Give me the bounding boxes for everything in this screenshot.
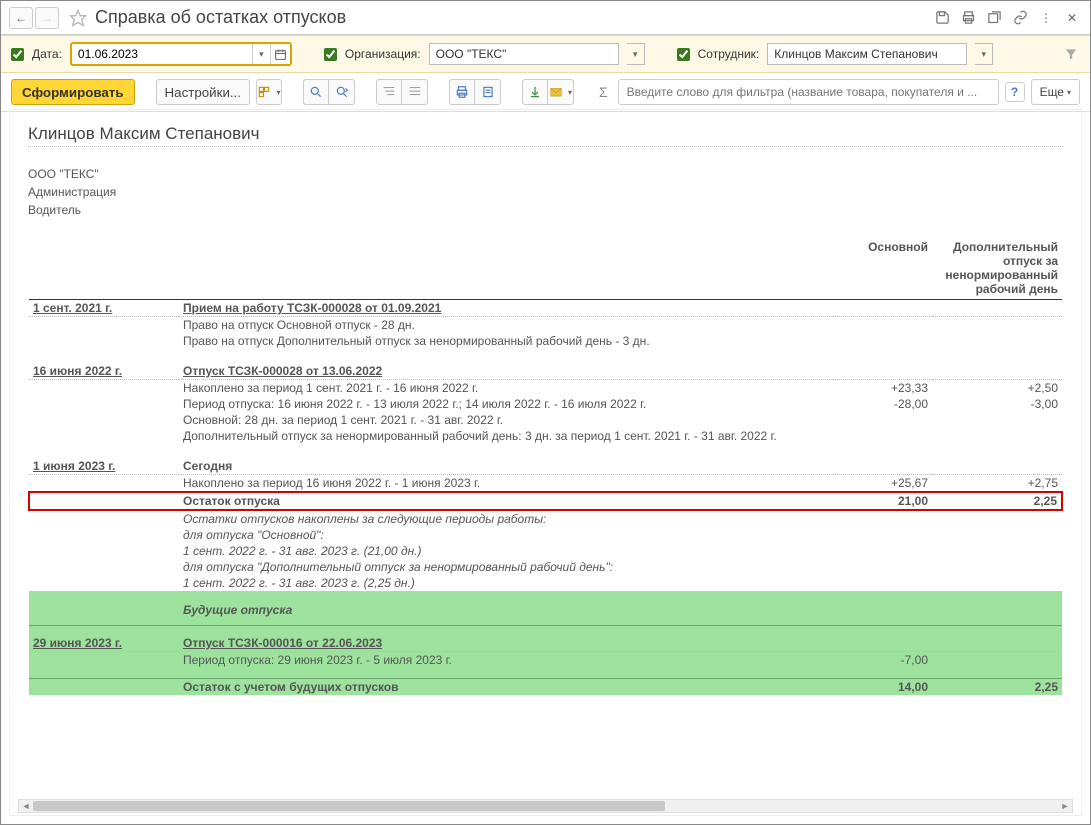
nav-forward-button[interactable]: → bbox=[35, 7, 59, 29]
scroll-right-icon[interactable]: ► bbox=[1058, 800, 1072, 812]
emp-checkbox[interactable] bbox=[677, 48, 690, 61]
balance-label: Остаток отпуска bbox=[179, 492, 832, 510]
sigma-icon[interactable]: Σ bbox=[595, 84, 612, 100]
row-date: 16 июня 2022 г. bbox=[29, 363, 179, 380]
find-next-button[interactable] bbox=[329, 79, 355, 105]
final-balance-label: Остаток с учетом будущих отпусков bbox=[179, 678, 832, 695]
balance-extra: 2,25 bbox=[932, 492, 1062, 510]
org-label: Организация: bbox=[345, 47, 421, 61]
org-input[interactable]: ООО "ТЕКС" bbox=[429, 43, 619, 65]
save-file-button[interactable] bbox=[522, 79, 548, 105]
filter-funnel-icon[interactable] bbox=[1062, 45, 1080, 63]
row-title: Отпуск ТСЗК-000028 от 13.06.2022 bbox=[179, 363, 832, 380]
settings-variants-button[interactable]: ▾ bbox=[256, 79, 282, 105]
emp-input[interactable]: Клинцов Максим Степанович bbox=[767, 43, 967, 65]
row-title: Прием на работу ТСЗК-000028 от 01.09.202… bbox=[179, 300, 832, 317]
link-icon[interactable] bbox=[1010, 8, 1030, 28]
more-vertical-icon[interactable]: ⋮ bbox=[1036, 8, 1056, 28]
emp-dropdown-button[interactable]: ▾ bbox=[975, 43, 993, 65]
final-balance-main: 14,00 bbox=[832, 678, 932, 695]
date-checkbox[interactable] bbox=[11, 48, 24, 61]
send-email-button[interactable]: ▾ bbox=[548, 79, 574, 105]
page-title: Справка об остатках отпусков bbox=[95, 7, 932, 28]
favorite-star-icon[interactable] bbox=[67, 7, 89, 29]
row-date: 1 июня 2023 г. bbox=[29, 458, 179, 475]
col-main-header: Основной bbox=[832, 239, 932, 300]
print-icon[interactable] bbox=[958, 8, 978, 28]
report-table: Основной Дополнительный отпуск за ненорм… bbox=[28, 239, 1063, 695]
print-menu-button[interactable] bbox=[475, 79, 501, 105]
nav-back-button[interactable]: ← bbox=[9, 7, 33, 29]
date-input[interactable] bbox=[72, 45, 252, 63]
settings-button[interactable]: Настройки... bbox=[156, 79, 250, 105]
org-dropdown-button[interactable]: ▾ bbox=[627, 43, 645, 65]
print-button[interactable] bbox=[449, 79, 475, 105]
col-extra-header: Дополнительный отпуск за ненормированный… bbox=[932, 239, 1062, 300]
new-window-icon[interactable] bbox=[984, 8, 1004, 28]
more-button[interactable]: Еще▾ bbox=[1031, 79, 1080, 105]
expand-groups-button[interactable] bbox=[376, 79, 402, 105]
quick-filter-input[interactable] bbox=[618, 79, 999, 105]
help-button[interactable]: ? bbox=[1005, 82, 1025, 102]
report-employee-name: Клинцов Максим Степанович bbox=[28, 124, 1063, 147]
date-dropdown-button[interactable]: ▾ bbox=[252, 44, 270, 64]
row-date: 1 сент. 2021 г. bbox=[29, 300, 179, 317]
collapse-groups-button[interactable] bbox=[402, 79, 428, 105]
org-checkbox[interactable] bbox=[324, 48, 337, 61]
future-header: Будущие отпуска bbox=[179, 591, 1062, 621]
final-balance-extra: 2,25 bbox=[932, 678, 1062, 695]
find-button[interactable] bbox=[303, 79, 329, 105]
row-title: Сегодня bbox=[179, 458, 832, 475]
future-date: 29 июня 2023 г. bbox=[29, 635, 179, 652]
scroll-thumb[interactable] bbox=[33, 801, 665, 811]
generate-button[interactable]: Сформировать bbox=[11, 79, 135, 105]
scroll-left-icon[interactable]: ◄ bbox=[19, 800, 33, 812]
close-icon[interactable]: ✕ bbox=[1062, 8, 1082, 28]
report-area[interactable]: Клинцов Максим Степанович ООО "ТЕКС" Адм… bbox=[9, 109, 1082, 816]
horizontal-scrollbar[interactable]: ◄ ► bbox=[18, 799, 1073, 813]
date-label: Дата: bbox=[32, 47, 62, 61]
balance-main: 21,00 bbox=[832, 492, 932, 510]
emp-label: Сотрудник: bbox=[698, 47, 760, 61]
save-icon[interactable] bbox=[932, 8, 952, 28]
calendar-button[interactable] bbox=[270, 44, 290, 64]
future-title: Отпуск ТСЗК-000016 от 22.06.2023 bbox=[179, 635, 832, 652]
report-org-block: ООО "ТЕКС" Администрация Водитель bbox=[28, 165, 1063, 219]
